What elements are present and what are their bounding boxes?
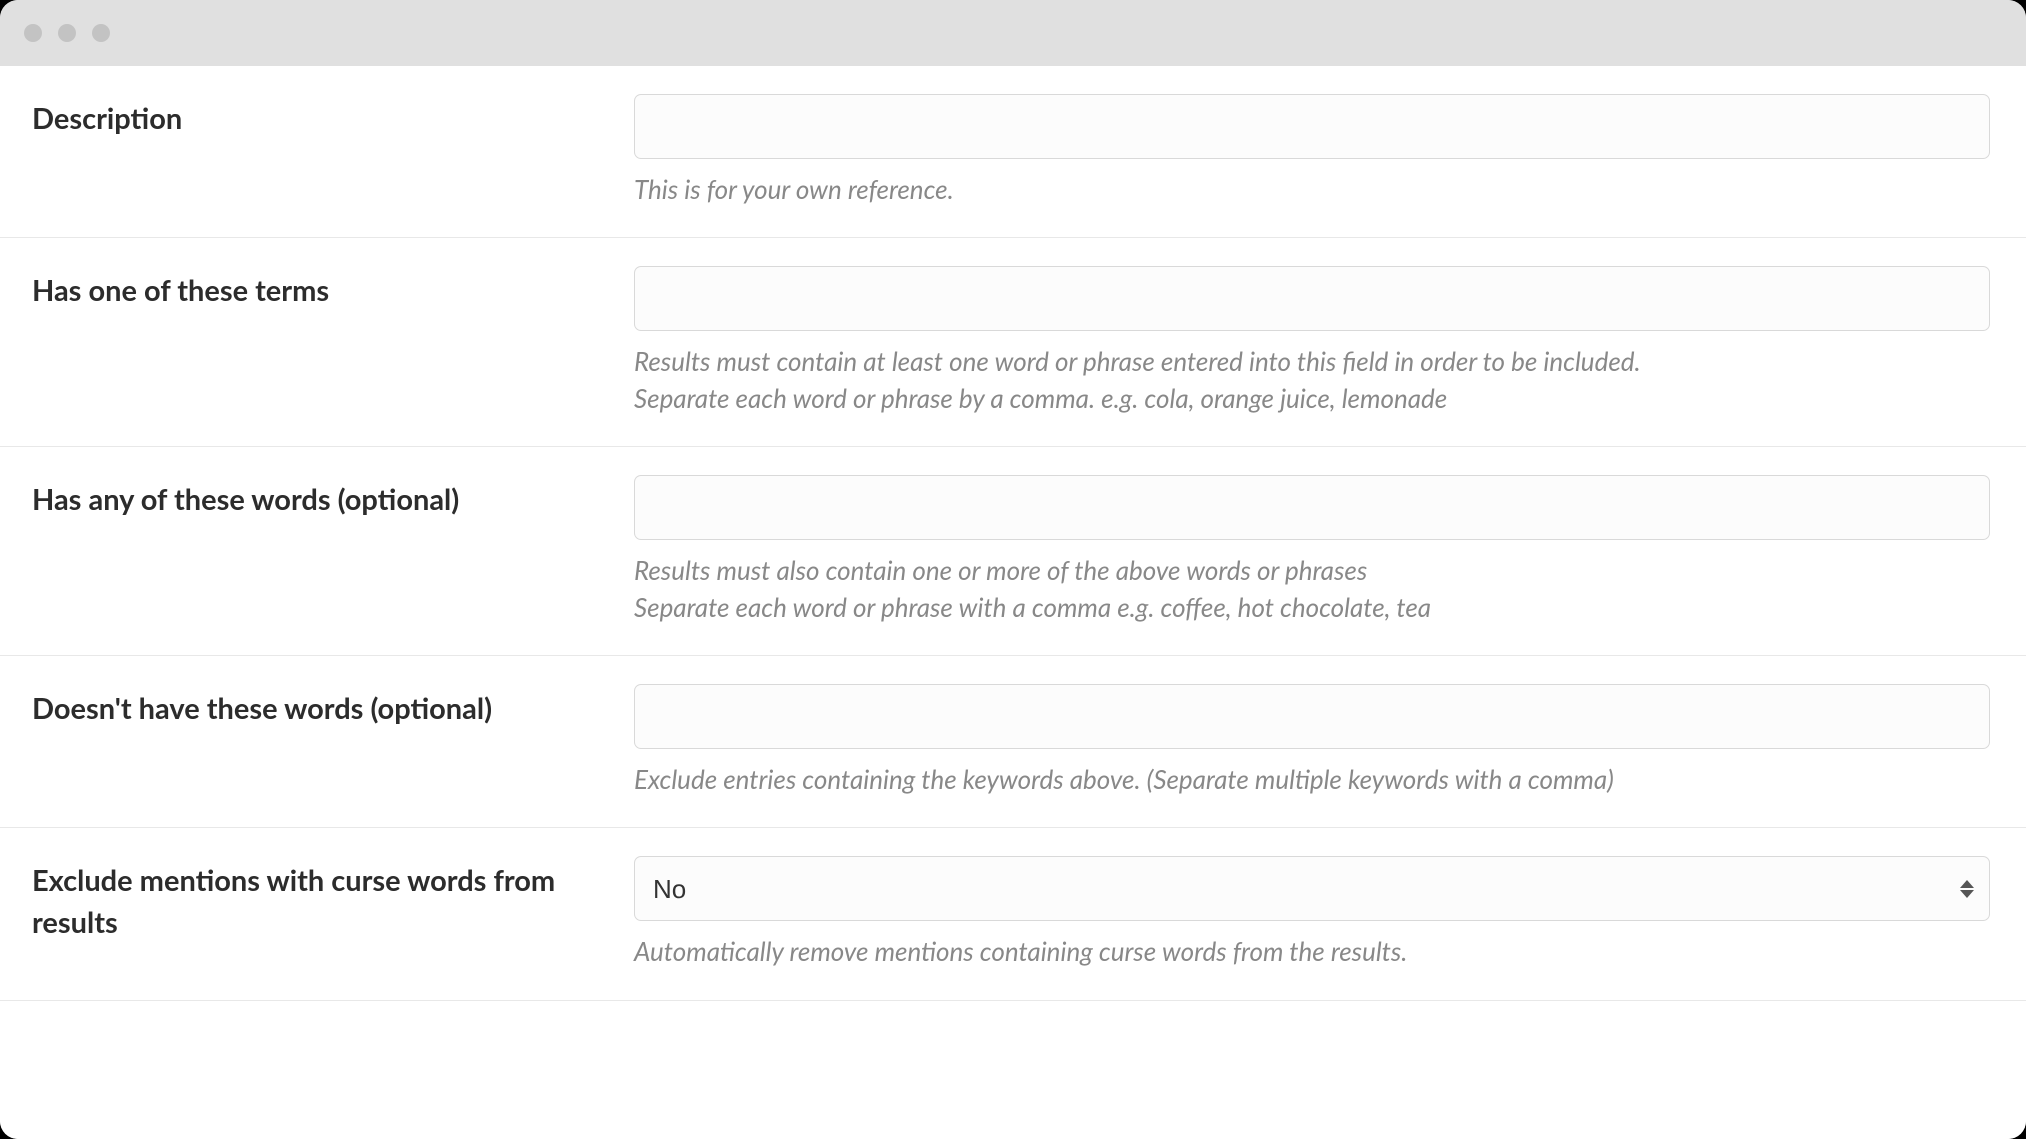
label-col-description: Description bbox=[32, 94, 602, 207]
label-col-exclude-curse: Exclude mentions with curse words from r… bbox=[32, 856, 602, 969]
help-has-terms: Results must contain at least one word o… bbox=[634, 341, 1990, 416]
label-col-doesnt-have: Doesn't have these words (optional) bbox=[32, 684, 602, 797]
label-col-has-any: Has any of these words (optional) bbox=[32, 475, 602, 625]
help-has-terms-line1: Results must contain at least one word o… bbox=[634, 343, 1990, 379]
label-exclude-curse: Exclude mentions with curse words from r… bbox=[32, 860, 602, 944]
label-has-terms: Has one of these terms bbox=[32, 270, 602, 312]
row-exclude-curse: Exclude mentions with curse words from r… bbox=[0, 828, 2026, 1000]
help-exclude-curse: Automatically remove mentions containing… bbox=[634, 931, 1990, 969]
field-col-doesnt-have: Exclude entries containing the keywords … bbox=[634, 684, 1994, 797]
help-description: This is for your own reference. bbox=[634, 169, 1990, 207]
help-doesnt-have: Exclude entries containing the keywords … bbox=[634, 759, 1990, 797]
has-any-input[interactable] bbox=[634, 475, 1990, 540]
has-terms-input[interactable] bbox=[634, 266, 1990, 331]
field-col-exclude-curse: No Automatically remove mentions contain… bbox=[634, 856, 1994, 969]
help-has-any: Results must also contain one or more of… bbox=[634, 550, 1990, 625]
help-has-any-line1: Results must also contain one or more of… bbox=[634, 552, 1990, 588]
window-minimize-dot[interactable] bbox=[58, 24, 76, 42]
form-scroll-area[interactable]: Description This is for your own referen… bbox=[0, 66, 2026, 1139]
label-col-has-terms: Has one of these terms bbox=[32, 266, 602, 416]
scroll-spacer bbox=[0, 1001, 2026, 1139]
app-window: Description This is for your own referen… bbox=[0, 0, 2026, 1139]
field-col-description: This is for your own reference. bbox=[634, 94, 1994, 207]
row-has-any: Has any of these words (optional) Result… bbox=[0, 447, 2026, 656]
label-has-any: Has any of these words (optional) bbox=[32, 479, 602, 521]
label-doesnt-have: Doesn't have these words (optional) bbox=[32, 688, 602, 730]
window-close-dot[interactable] bbox=[24, 24, 42, 42]
window-titlebar bbox=[0, 0, 2026, 66]
field-col-has-terms: Results must contain at least one word o… bbox=[634, 266, 1994, 416]
description-input[interactable] bbox=[634, 94, 1990, 159]
row-description: Description This is for your own referen… bbox=[0, 66, 2026, 238]
label-description: Description bbox=[32, 98, 602, 140]
help-has-terms-line2: Separate each word or phrase by a comma.… bbox=[634, 380, 1990, 416]
field-col-has-any: Results must also contain one or more of… bbox=[634, 475, 1994, 625]
exclude-curse-select[interactable]: No bbox=[634, 856, 1990, 921]
row-has-terms: Has one of these terms Results must cont… bbox=[0, 238, 2026, 447]
help-has-any-line2: Separate each word or phrase with a comm… bbox=[634, 589, 1990, 625]
window-maximize-dot[interactable] bbox=[92, 24, 110, 42]
doesnt-have-input[interactable] bbox=[634, 684, 1990, 749]
row-doesnt-have: Doesn't have these words (optional) Excl… bbox=[0, 656, 2026, 828]
exclude-curse-select-wrap: No bbox=[634, 856, 1990, 921]
